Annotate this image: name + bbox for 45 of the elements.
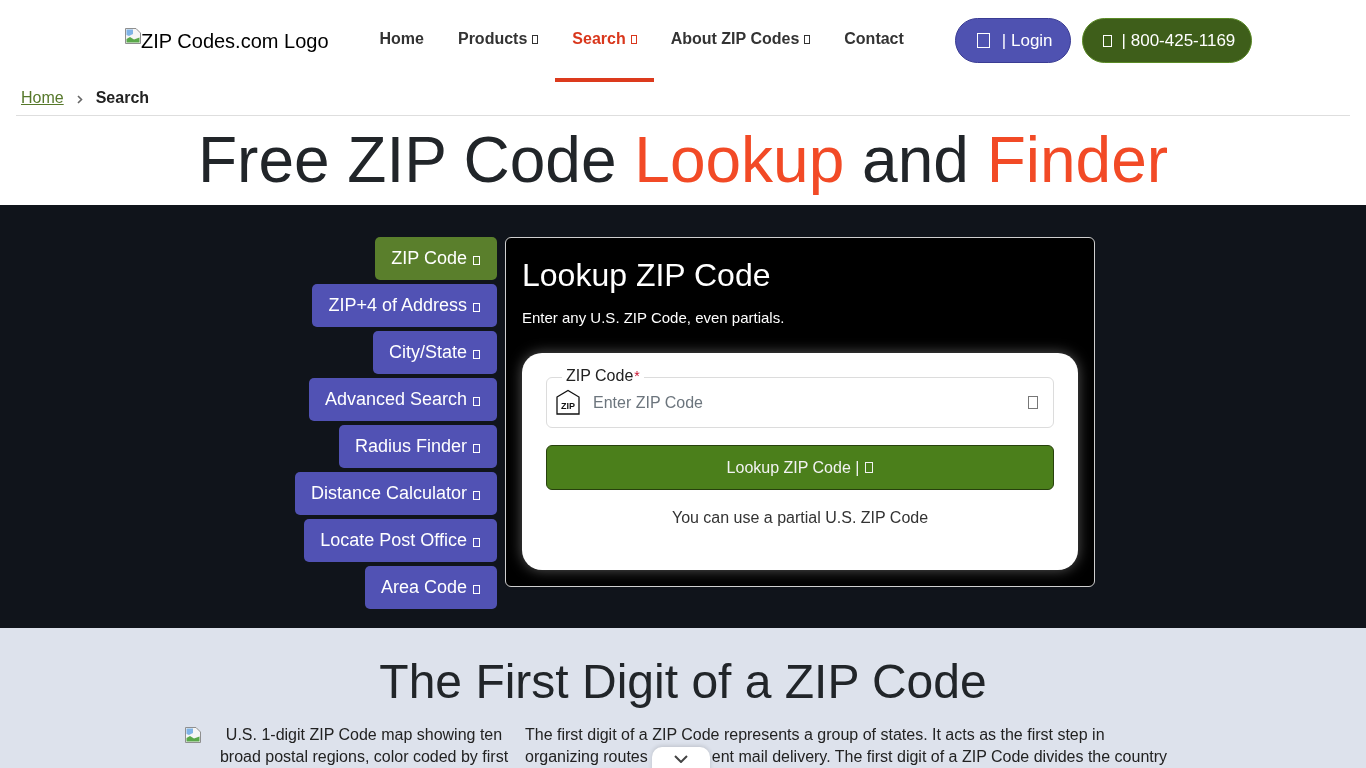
breadcrumb-current: Search [95, 88, 150, 107]
search-tab[interactable]: Radius Finder [338, 425, 497, 468]
section-heading: The First Digit of a ZIP Code [378, 654, 988, 710]
breadcrumb-link[interactable]: Home [21, 88, 64, 107]
hint-text: You can use a partial U.S. ZIP Code [670, 508, 930, 528]
search-tab[interactable]: Locate Post Office [304, 519, 497, 562]
scroll-down-button[interactable] [652, 747, 710, 768]
chevron-right-icon [76, 94, 83, 104]
search-tab[interactable]: ZIP+4 of Address [312, 284, 497, 327]
square-outline-icon [1028, 396, 1038, 409]
paragraph-text: The first digit of a ZIP Code represents a group of states. It acts as the first step in [525, 725, 1105, 745]
square-outline-icon [473, 584, 480, 594]
lookup-button[interactable]: Lookup ZIP Code | [546, 445, 1054, 490]
logo-alt-text: ZIP Codes.com Logo [141, 29, 329, 54]
square-outline-icon [473, 443, 480, 453]
panel-title: Lookup ZIP Code [522, 256, 772, 294]
square-outline-icon [1102, 34, 1112, 47]
search-tab[interactable]: Distance Calculator [294, 472, 497, 515]
nav-link[interactable]: About ZIP Codes [653, 0, 828, 82]
square-outline-icon [976, 33, 990, 48]
broken-image-icon [125, 28, 141, 44]
square-outline-icon [473, 537, 480, 547]
nav-link[interactable]: Products [440, 0, 556, 82]
search-tab[interactable]: City/State [372, 331, 497, 374]
broken-image-icon [185, 727, 201, 743]
search-tab[interactable]: Area Code [364, 566, 497, 609]
square-outline-icon [473, 255, 480, 265]
chevron-down-icon [674, 755, 688, 763]
square-outline-icon [473, 490, 480, 500]
phone-button[interactable]: | 800-425-1169 [1081, 18, 1253, 63]
paragraph-text: organizing routes [525, 747, 648, 767]
square-outline-icon [865, 462, 874, 473]
square-outline-icon [473, 302, 480, 312]
panel-subtitle: Enter any U.S. ZIP Code, even partials. [522, 309, 786, 327]
nav-link[interactable]: Search [555, 0, 654, 82]
nav-link[interactable]: Home [362, 0, 441, 82]
search-tab[interactable]: ZIP Code [375, 237, 497, 280]
login-button[interactable]: | Login [954, 18, 1071, 63]
square-outline-icon [473, 349, 480, 359]
search-tab[interactable]: Advanced Search [308, 378, 497, 421]
map-alt-text: U.S. 1-digit ZIP Code map showing ten broad postal regions, color coded by first [218, 725, 510, 767]
paragraph-text: ent mail delivery. The first digit of a ZIP Code divides the country [711, 747, 1168, 767]
nav-link[interactable]: Contact [827, 0, 921, 82]
page-title: Free ZIP Code Lookup and Finder [197, 123, 1169, 198]
square-outline-icon [473, 396, 480, 406]
